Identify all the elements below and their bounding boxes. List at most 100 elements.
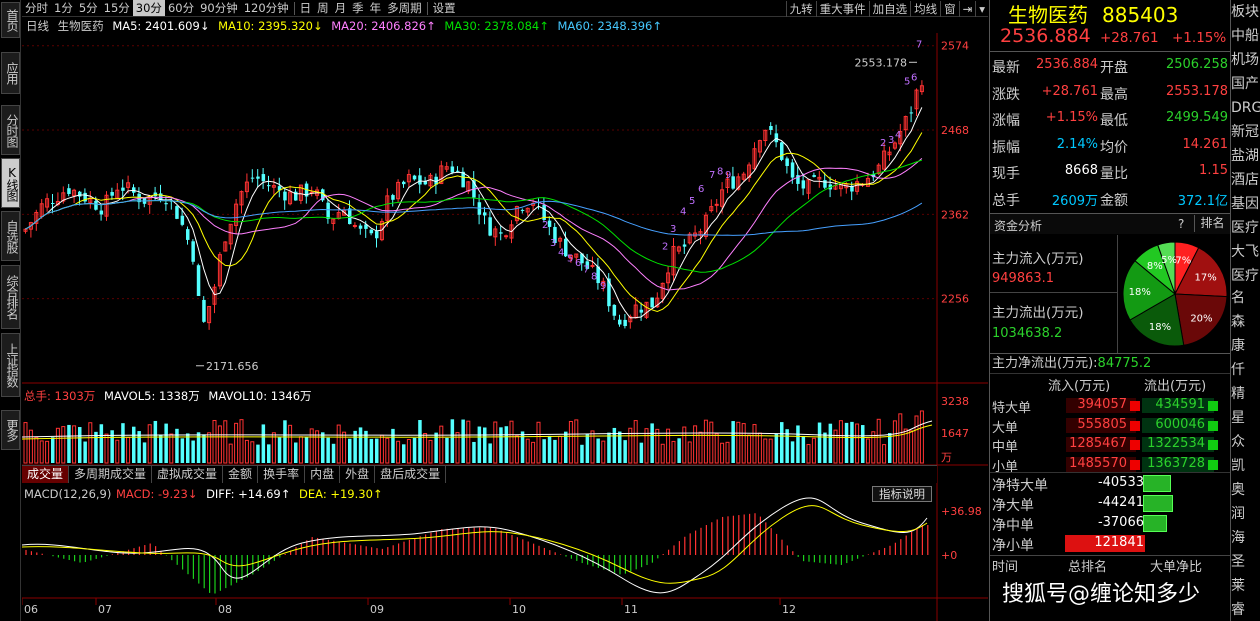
sector-item[interactable]: 大飞: [1231, 240, 1260, 264]
period-toolbar: 分时 1分 5分 15分 30分 60分 90分钟 120分钟日周月季年多周期 设置 九转 重大事…: [22, 0, 988, 17]
sector-item[interactable]: 睿: [1231, 598, 1260, 621]
flow-name: 中单: [992, 440, 1019, 455]
sector-item[interactable]: 众: [1231, 430, 1260, 454]
volume-bar: [23, 422, 28, 464]
help-button[interactable]: ?: [1178, 217, 1184, 231]
candle-body: [418, 175, 422, 185]
volume-bar: [660, 443, 665, 464]
sector-item[interactable]: 奥: [1231, 478, 1260, 502]
kline-chart[interactable]: 25742468236222562553.1782171.6562345 6789…: [22, 33, 988, 621]
sector-item[interactable]: 润: [1231, 502, 1260, 526]
nav-3[interactable]: K线图: [1, 158, 20, 208]
volume-bar: [315, 430, 320, 464]
sector-item[interactable]: 医疗: [1231, 264, 1260, 288]
ma60-label: MA60: 2348.396: [557, 19, 653, 33]
net-value: 121841: [1094, 535, 1144, 550]
period-3[interactable]: 15分: [101, 0, 133, 16]
sector-item[interactable]: 酒店: [1231, 168, 1260, 192]
dropdown-icon[interactable]: ▾: [975, 0, 988, 17]
tab-5[interactable]: 内盘: [305, 466, 341, 483]
volume-bar: [790, 441, 795, 463]
period-2[interactable]: 5分: [76, 0, 101, 16]
nav-5[interactable]: 综合排名: [1, 265, 20, 329]
flow-row: 特大单 394057 434591: [990, 396, 1231, 416]
volume-bar: [472, 441, 476, 463]
tab-4[interactable]: 换手率: [258, 466, 306, 483]
nine-turn-number: 3: [550, 238, 556, 249]
nine-turn-number: 5: [904, 77, 910, 88]
volume-bar: [331, 443, 336, 463]
toolbar-right-3[interactable]: 均线: [910, 0, 940, 17]
period-10[interactable]: 月: [332, 0, 350, 16]
volume-bar: [801, 435, 806, 463]
net-row: 净特大单 -40533: [990, 473, 1231, 494]
nav-0[interactable]: 首页: [1, 2, 20, 38]
volume-unit: 万: [941, 451, 952, 464]
sector-item[interactable]: 圣: [1231, 550, 1260, 574]
sector-item[interactable]: 板块: [1231, 0, 1260, 24]
nav-1[interactable]: 应用: [1, 52, 20, 94]
tab-1[interactable]: 多周期成交量: [69, 466, 153, 483]
toolbar-right-2[interactable]: 加自选: [868, 0, 911, 17]
toolbar-right-0[interactable]: 九转: [785, 0, 816, 17]
sector-item[interactable]: 森: [1231, 310, 1260, 334]
sector-item[interactable]: 海: [1231, 526, 1260, 550]
sector-item[interactable]: 国产: [1231, 72, 1260, 96]
toolbar-right-5[interactable]: ⇥: [958, 0, 976, 17]
volume-bar: [61, 426, 66, 464]
sector-item[interactable]: 盐湖: [1231, 144, 1260, 168]
volume-bar: [693, 425, 698, 464]
sector-item[interactable]: 名: [1231, 286, 1260, 310]
volume-bar: [720, 442, 725, 464]
volume-bar: [375, 438, 379, 463]
tab-3[interactable]: 金额: [223, 466, 259, 483]
tab-7[interactable]: 盘后成交量: [375, 466, 447, 483]
tab-6[interactable]: 外盘: [340, 466, 376, 483]
outflow-bar-icon: [1208, 420, 1218, 431]
nine-turn-number: 8: [591, 272, 597, 283]
period-12[interactable]: 年: [367, 0, 385, 16]
volume-bar: [504, 426, 509, 463]
period-11[interactable]: 季: [349, 0, 367, 16]
period-9[interactable]: 周: [314, 0, 332, 16]
sector-item[interactable]: 机场: [1231, 48, 1260, 72]
period-0[interactable]: 分时: [22, 0, 51, 16]
volume-bar: [283, 420, 287, 463]
period-4[interactable]: 30分: [132, 0, 165, 16]
nav-7[interactable]: 更多: [1, 410, 20, 450]
candle-body: [456, 170, 460, 172]
volume-bar: [234, 422, 239, 464]
nav-2[interactable]: 分时图: [1, 105, 20, 155]
quote-value: 8668: [1064, 163, 1098, 178]
nav-4[interactable]: 自选股: [1, 211, 20, 261]
toolbar-right-1[interactable]: 重大事件: [815, 0, 869, 17]
rank-button[interactable]: 排名: [1194, 215, 1230, 232]
volume-bar: [671, 440, 676, 464]
period-5[interactable]: 60分: [165, 0, 197, 16]
sector-item[interactable]: 医疗: [1231, 216, 1260, 240]
period-14[interactable]: 设置: [430, 0, 459, 16]
sector-item[interactable]: 凯: [1231, 454, 1260, 478]
sector-item[interactable]: 精: [1231, 382, 1260, 406]
tab-2[interactable]: 虚拟成交量: [152, 466, 224, 483]
toolbar-right-4[interactable]: 窗: [940, 0, 959, 17]
period-1[interactable]: 1分: [51, 0, 76, 16]
candle-body: [94, 200, 98, 210]
period-7[interactable]: 120分钟: [241, 0, 292, 16]
total-rank-header: 总排名: [1068, 560, 1108, 575]
sector-item[interactable]: 中船: [1231, 24, 1260, 48]
sector-item[interactable]: 康: [1231, 334, 1260, 358]
sector-item[interactable]: 仟: [1231, 358, 1260, 382]
period-6[interactable]: 90分钟: [197, 0, 241, 16]
nav-6[interactable]: 上证指数: [1, 333, 20, 397]
sector-item[interactable]: 基因: [1231, 192, 1260, 216]
tab-0[interactable]: 成交量: [22, 466, 70, 483]
period-8[interactable]: 日: [297, 0, 315, 16]
indicator-help-button[interactable]: 指标说明: [872, 486, 932, 502]
sector-item[interactable]: 莱: [1231, 574, 1260, 598]
ma-info-line: 日线 生物医药 MA5: 2401.609↓ MA10: 2395.320↓ M…: [26, 19, 667, 33]
sector-item[interactable]: 新冠: [1231, 120, 1260, 144]
sector-item[interactable]: DRG: [1231, 96, 1260, 120]
period-13[interactable]: 多周期: [384, 0, 425, 16]
sector-item[interactable]: 星: [1231, 406, 1260, 430]
